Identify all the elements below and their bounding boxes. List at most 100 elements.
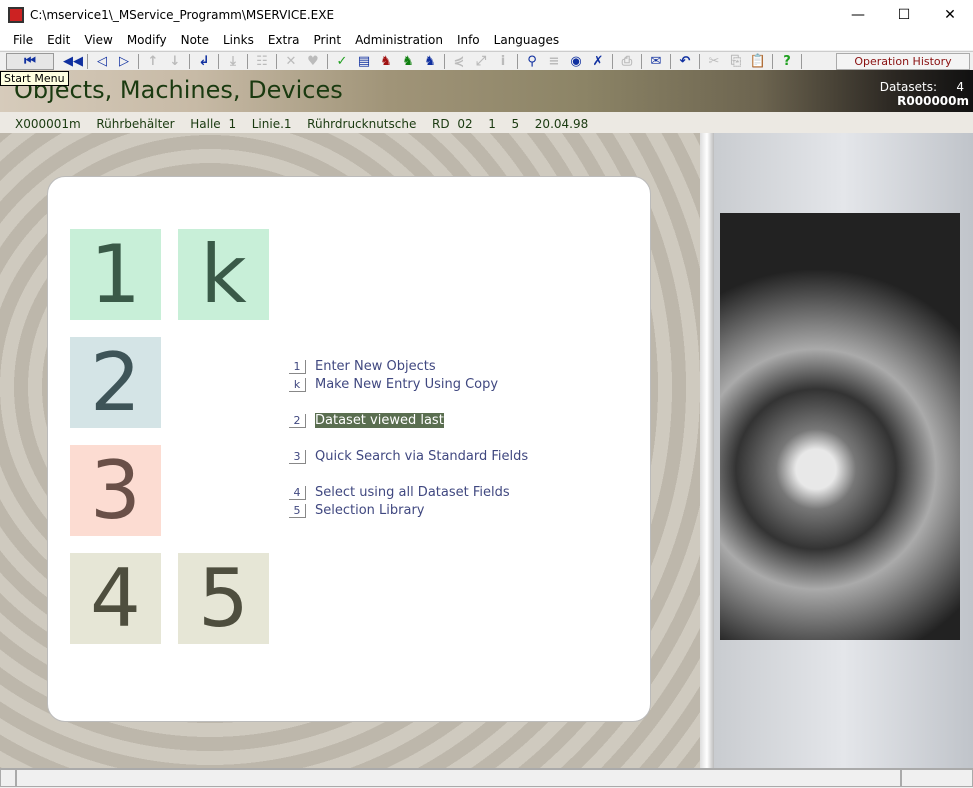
option-2[interactable]: 2 Dataset viewed last (289, 413, 444, 428)
tile-1[interactable]: 1 (70, 229, 161, 320)
option-1[interactable]: 1 Enter New Objects (289, 359, 436, 374)
menu-note[interactable]: Note (181, 33, 209, 47)
list-icon[interactable]: ≡ (543, 54, 565, 69)
import-icon[interactable]: ⤓ (222, 54, 244, 69)
datasets-label: Datasets: (879, 80, 937, 94)
tile-4[interactable]: 4 (70, 553, 161, 644)
expand-icon[interactable]: ⤢ (470, 54, 492, 69)
arrow-up-icon[interactable]: ↑ (142, 54, 164, 69)
heart-icon[interactable]: ♥ (302, 54, 324, 69)
menu-modify[interactable]: Modify (127, 33, 167, 47)
share-icon[interactable]: ⋞ (448, 54, 470, 69)
shortcut-key: 2 (289, 413, 306, 428)
tile-3[interactable]: 3 (70, 445, 161, 536)
toolbar-separator (772, 53, 773, 69)
binoculars-icon[interactable]: ⚲ (521, 54, 543, 69)
machine-photo (720, 213, 960, 640)
title-bar: C:\mservice1\_MService_Programm\MSERVICE… (0, 0, 973, 30)
operation-history-button[interactable]: Operation History (836, 53, 970, 70)
toolbar-separator (189, 53, 190, 69)
current-record-info: X000001m Rührbehälter Halle 1 Linie.1 Rü… (0, 112, 973, 133)
toolbar-separator (517, 53, 518, 69)
app-icon (8, 7, 24, 23)
paste-icon[interactable]: 📋 (747, 54, 769, 69)
rewind-icon[interactable]: ◀◀ (62, 54, 84, 69)
squirrel-red-icon[interactable]: ♞ (375, 54, 397, 69)
start-menu-icon[interactable]: ⏮ (6, 52, 54, 70)
menu-links[interactable]: Links (223, 33, 254, 47)
option-4[interactable]: 4 Select using all Dataset Fields (289, 485, 510, 500)
toolbar-separator (247, 53, 248, 69)
print-icon[interactable]: ⎙ (616, 54, 638, 69)
info-icon[interactable]: i (492, 54, 514, 69)
tile-k[interactable]: k (178, 229, 269, 320)
option-label[interactable]: Dataset viewed last (315, 413, 444, 428)
check-icon[interactable]: ✓ (331, 54, 353, 69)
delete-icon[interactable]: ✕ (280, 54, 302, 69)
option-label[interactable]: Enter New Objects (315, 359, 436, 374)
header-band: Objects, Machines, Devices Datasets: 4 R… (0, 70, 973, 112)
tree-icon[interactable]: ☷ (251, 54, 273, 69)
toolbar-separator (612, 53, 613, 69)
shortcut-key: 4 (289, 485, 306, 500)
menu-extra[interactable]: Extra (268, 33, 300, 47)
menu-info[interactable]: Info (457, 33, 480, 47)
maximize-button[interactable]: ☐ (881, 0, 927, 30)
menu-print[interactable]: Print (314, 33, 342, 47)
toolbar-separator (87, 53, 88, 69)
shortcut-key: k (289, 377, 306, 392)
shortcut-key: 3 (289, 449, 306, 464)
splitter[interactable] (700, 133, 714, 768)
mail-icon[interactable]: ✉ (645, 54, 667, 69)
option-label[interactable]: Selection Library (315, 503, 425, 518)
toolbar-separator (327, 53, 328, 69)
record-id: R000000m (897, 94, 969, 108)
copy-icon[interactable]: ⎘ (725, 54, 747, 69)
tile-5[interactable]: 5 (178, 553, 269, 644)
menu-view[interactable]: View (84, 33, 112, 47)
filter-icon[interactable]: ✗ (587, 54, 609, 69)
shortcut-key: 1 (289, 359, 306, 374)
form-icon[interactable]: ▤ (353, 54, 375, 69)
tooltip: Start Menu (0, 71, 69, 86)
menu-file[interactable]: File (13, 33, 33, 47)
arrow-down-icon[interactable]: ↓ (164, 54, 186, 69)
window-title: C:\mservice1\_MService_Programm\MSERVICE… (30, 8, 335, 22)
return-icon[interactable]: ↲ (193, 54, 215, 69)
toolbar-separator (641, 53, 642, 69)
menu-bar: File Edit View Modify Note Links Extra Print Adm… (0, 30, 973, 50)
cut-icon[interactable]: ✂ (703, 54, 725, 69)
next-icon[interactable]: ▷ (113, 54, 135, 69)
menu-languages[interactable]: Languages (494, 33, 559, 47)
datasets-count: 4 (956, 80, 964, 94)
status-pane (901, 769, 973, 787)
option-label[interactable]: Select using all Dataset Fields (315, 485, 510, 500)
toolbar-separator (444, 53, 445, 69)
squirrel-green-icon[interactable]: ♞ (397, 54, 419, 69)
toolbar-separator (801, 53, 802, 69)
option-k[interactable]: k Make New Entry Using Copy (289, 377, 498, 392)
toolbar-separator (670, 53, 671, 69)
toolbar-separator (138, 53, 139, 69)
menu-edit[interactable]: Edit (47, 33, 70, 47)
close-button[interactable]: ✕ (927, 0, 973, 30)
minimize-button[interactable]: — (835, 0, 881, 30)
status-pane (16, 769, 901, 787)
option-3[interactable]: 3 Quick Search via Standard Fields (289, 449, 528, 464)
option-label[interactable]: Quick Search via Standard Fields (315, 449, 528, 464)
status-bar (0, 768, 973, 788)
eye-icon[interactable]: ◉ (565, 54, 587, 69)
menu-administration[interactable]: Administration (355, 33, 443, 47)
toolbar-separator (276, 53, 277, 69)
prev-icon[interactable]: ◁ (91, 54, 113, 69)
undo-icon[interactable]: ↶ (674, 54, 696, 69)
option-label[interactable]: Make New Entry Using Copy (315, 377, 498, 392)
status-pane (0, 769, 16, 787)
shortcut-key: 5 (289, 503, 306, 518)
toolbar-separator (218, 53, 219, 69)
option-5[interactable]: 5 Selection Library (289, 503, 425, 518)
squirrel-blue-icon[interactable]: ♞ (419, 54, 441, 69)
tile-2[interactable]: 2 (70, 337, 161, 428)
toolbar-separator (699, 53, 700, 69)
help-icon[interactable]: ? (776, 54, 798, 69)
